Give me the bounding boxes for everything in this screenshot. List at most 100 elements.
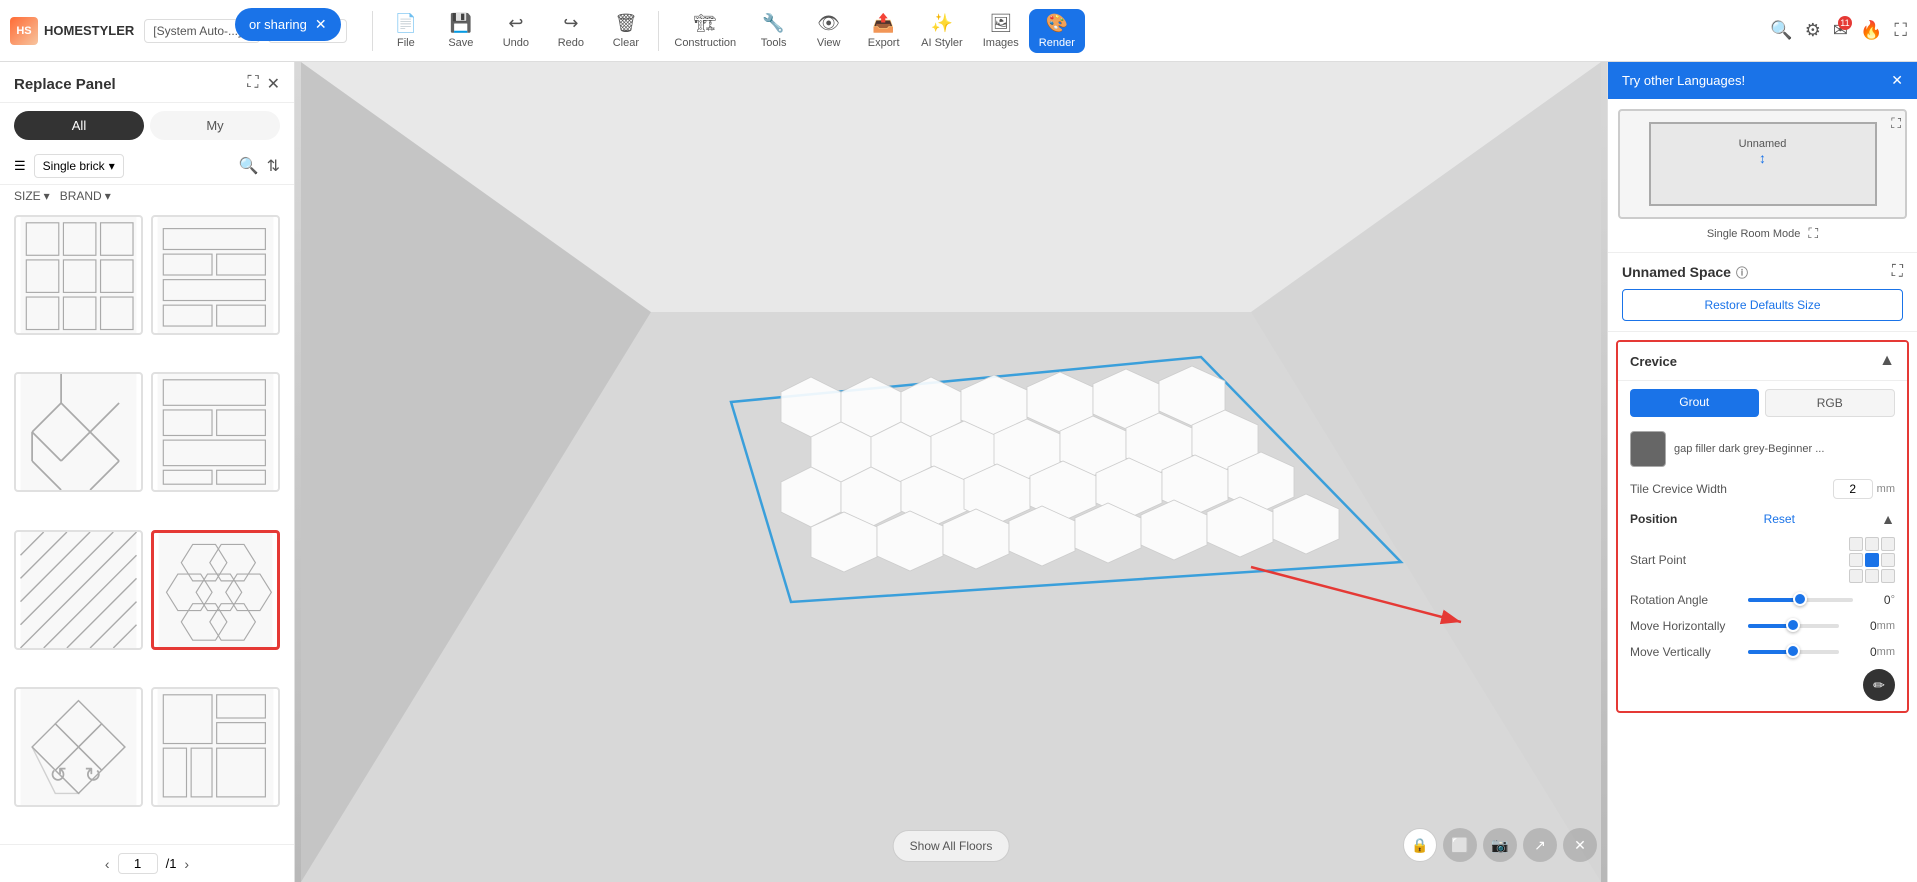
tile-item[interactable]	[151, 372, 280, 492]
search-filter-icon[interactable]: 🔍	[239, 156, 259, 176]
tile-item-selected[interactable]	[151, 530, 280, 650]
clear-label: Clear	[613, 37, 639, 49]
expand-panel-icon[interactable]: ⛶	[247, 74, 258, 94]
chevron-down-icon: ▾	[44, 189, 50, 203]
brand-filter-button[interactable]: BRAND ▾	[60, 189, 111, 203]
mini-map-expand-icon[interactable]: ⛶	[1891, 115, 1901, 132]
toolbar-view[interactable]: 👁 View	[801, 9, 856, 53]
chevron-down-icon: ▾	[109, 159, 115, 173]
tab-all[interactable]: All	[14, 111, 144, 140]
lang-banner-close[interactable]: ✕	[1891, 72, 1903, 89]
start-point-tl[interactable]	[1849, 537, 1863, 551]
move-v-slider-track[interactable]	[1748, 650, 1839, 654]
expand-icon-btn[interactable]: ⛶	[1894, 20, 1907, 41]
toolbar-redo[interactable]: ↪ Redo	[543, 9, 598, 53]
rotation-angle-row: Rotation Angle 0 °	[1630, 587, 1895, 613]
crevice-header[interactable]: Crevice ▲	[1618, 342, 1907, 381]
start-point-tc[interactable]	[1865, 537, 1879, 551]
unnamed-space-title: Unnamed Space ⓘ	[1622, 264, 1748, 281]
tile-item[interactable]: ↺ ↻	[14, 687, 143, 807]
save-label: Save	[448, 37, 473, 49]
start-point-mr[interactable]	[1881, 553, 1895, 567]
expand-icon[interactable]: ⛶	[1892, 263, 1903, 281]
search-icon-btn[interactable]: 🔍	[1770, 20, 1792, 41]
info-icon[interactable]: ⓘ	[1736, 264, 1748, 281]
close-panel-icon[interactable]: ✕	[267, 74, 280, 94]
tile-item[interactable]	[151, 687, 280, 807]
toolbar-clear[interactable]: 🗑 Clear	[598, 9, 653, 53]
activity-icon-btn[interactable]: 🔥	[1860, 20, 1882, 41]
tile-grid: ↺ ↻	[0, 207, 294, 844]
rotation-label: Rotation Angle	[1630, 593, 1740, 607]
position-section: Position Reset ▲ Start Point	[1618, 505, 1907, 711]
tile-item[interactable]	[14, 372, 143, 492]
render-label: Render	[1039, 37, 1075, 49]
mini-room: Unnamed ↕	[1649, 122, 1877, 207]
rotation-value: 0	[1861, 593, 1891, 607]
room-expand-icon[interactable]: ⛶	[1808, 225, 1818, 242]
rgb-tab[interactable]: RGB	[1765, 389, 1896, 417]
system-auto-label: [System Auto-...]	[153, 24, 241, 38]
tab-my[interactable]: My	[150, 111, 280, 140]
rotation-slider-track[interactable]	[1748, 598, 1853, 602]
panel-tabs: All My	[0, 103, 294, 148]
sort-icon[interactable]: ⇅	[267, 156, 280, 176]
start-point-tr[interactable]	[1881, 537, 1895, 551]
grout-tab[interactable]: Grout	[1630, 389, 1759, 417]
sharing-close-button[interactable]: ✕	[315, 16, 327, 33]
show-all-floors-button[interactable]: Show All Floors	[893, 830, 1010, 862]
prev-page-button[interactable]: ‹	[105, 856, 110, 872]
brand-label: BRAND	[60, 189, 102, 203]
tile-crevice-input[interactable]	[1833, 479, 1873, 499]
main-canvas: Show All Floors 🔒 ⬜ 📷 ↗ ✕	[295, 62, 1607, 882]
close-scene-btn[interactable]: ✕	[1563, 828, 1597, 862]
grout-color-swatch[interactable]	[1630, 431, 1666, 467]
toolbar-construction[interactable]: 🏗 Construction	[664, 9, 746, 53]
redo-label: Redo	[558, 37, 584, 49]
settings-icon-btn[interactable]: ⚙	[1805, 20, 1821, 41]
toolbar-images[interactable]: 🖼 Images	[973, 9, 1029, 53]
page-input[interactable]	[118, 853, 158, 874]
tile-crevice-width-field: Tile Crevice Width mm	[1618, 473, 1907, 505]
start-point-br[interactable]	[1881, 569, 1895, 583]
toolbar-export[interactable]: 📤 Export	[856, 9, 911, 53]
file-icon: 📄	[395, 13, 417, 34]
move-h-unit: mm	[1877, 620, 1895, 632]
start-point-ml[interactable]	[1849, 553, 1863, 567]
mail-icon-btn[interactable]: ✉ 11	[1833, 20, 1848, 41]
next-page-button[interactable]: ›	[184, 856, 189, 872]
toolbar-render[interactable]: 🎨 Render	[1029, 9, 1085, 53]
tile-item[interactable]	[151, 215, 280, 335]
filter-dropdown[interactable]: Single brick ▾	[34, 154, 124, 178]
tile-item[interactable]	[14, 215, 143, 335]
show-all-floors-label: Show All Floors	[910, 839, 993, 853]
toolbar-ai-styler[interactable]: ✨ AI Styler	[911, 9, 973, 53]
tile-crevice-label: Tile Crevice Width	[1630, 482, 1727, 496]
start-point-bc[interactable]	[1865, 569, 1879, 583]
move-h-slider-thumb[interactable]	[1786, 618, 1800, 632]
start-point-bl[interactable]	[1849, 569, 1863, 583]
share-scene-btn[interactable]: ↗	[1523, 828, 1557, 862]
rotation-slider-thumb[interactable]	[1793, 592, 1807, 606]
restore-defaults-button[interactable]: Restore Defaults Size	[1622, 289, 1903, 321]
toolbar-tools[interactable]: 🔧 Tools	[746, 9, 801, 53]
floor-icon-btn[interactable]: ⬜	[1443, 828, 1477, 862]
crevice-toggle-icon[interactable]: ▲	[1879, 352, 1895, 370]
tools-label: Tools	[761, 37, 787, 49]
edit-icon-btn[interactable]: ✏	[1863, 669, 1895, 701]
camera-icon-btn[interactable]: 📷	[1483, 828, 1517, 862]
single-room-mode-label: Single Room Mode	[1707, 228, 1801, 240]
toolbar-undo[interactable]: ↩ Undo	[488, 9, 543, 53]
position-toggle-icon[interactable]: ▲	[1881, 511, 1895, 527]
tile-item[interactable]	[14, 530, 143, 650]
reset-button[interactable]: Reset	[1764, 512, 1795, 526]
move-v-slider-thumb[interactable]	[1786, 644, 1800, 658]
move-h-slider-track[interactable]	[1748, 624, 1839, 628]
toolbar-file[interactable]: 📄 File	[378, 9, 433, 53]
size-filter-button[interactable]: SIZE ▾	[14, 189, 50, 203]
start-point-mc[interactable]	[1865, 553, 1879, 567]
move-h-value: 0	[1847, 619, 1877, 633]
lock-button[interactable]: 🔒	[1403, 828, 1437, 862]
toolbar-save[interactable]: 💾 Save	[433, 9, 488, 53]
unnamed-room-label: Unnamed ↕	[1739, 138, 1787, 166]
